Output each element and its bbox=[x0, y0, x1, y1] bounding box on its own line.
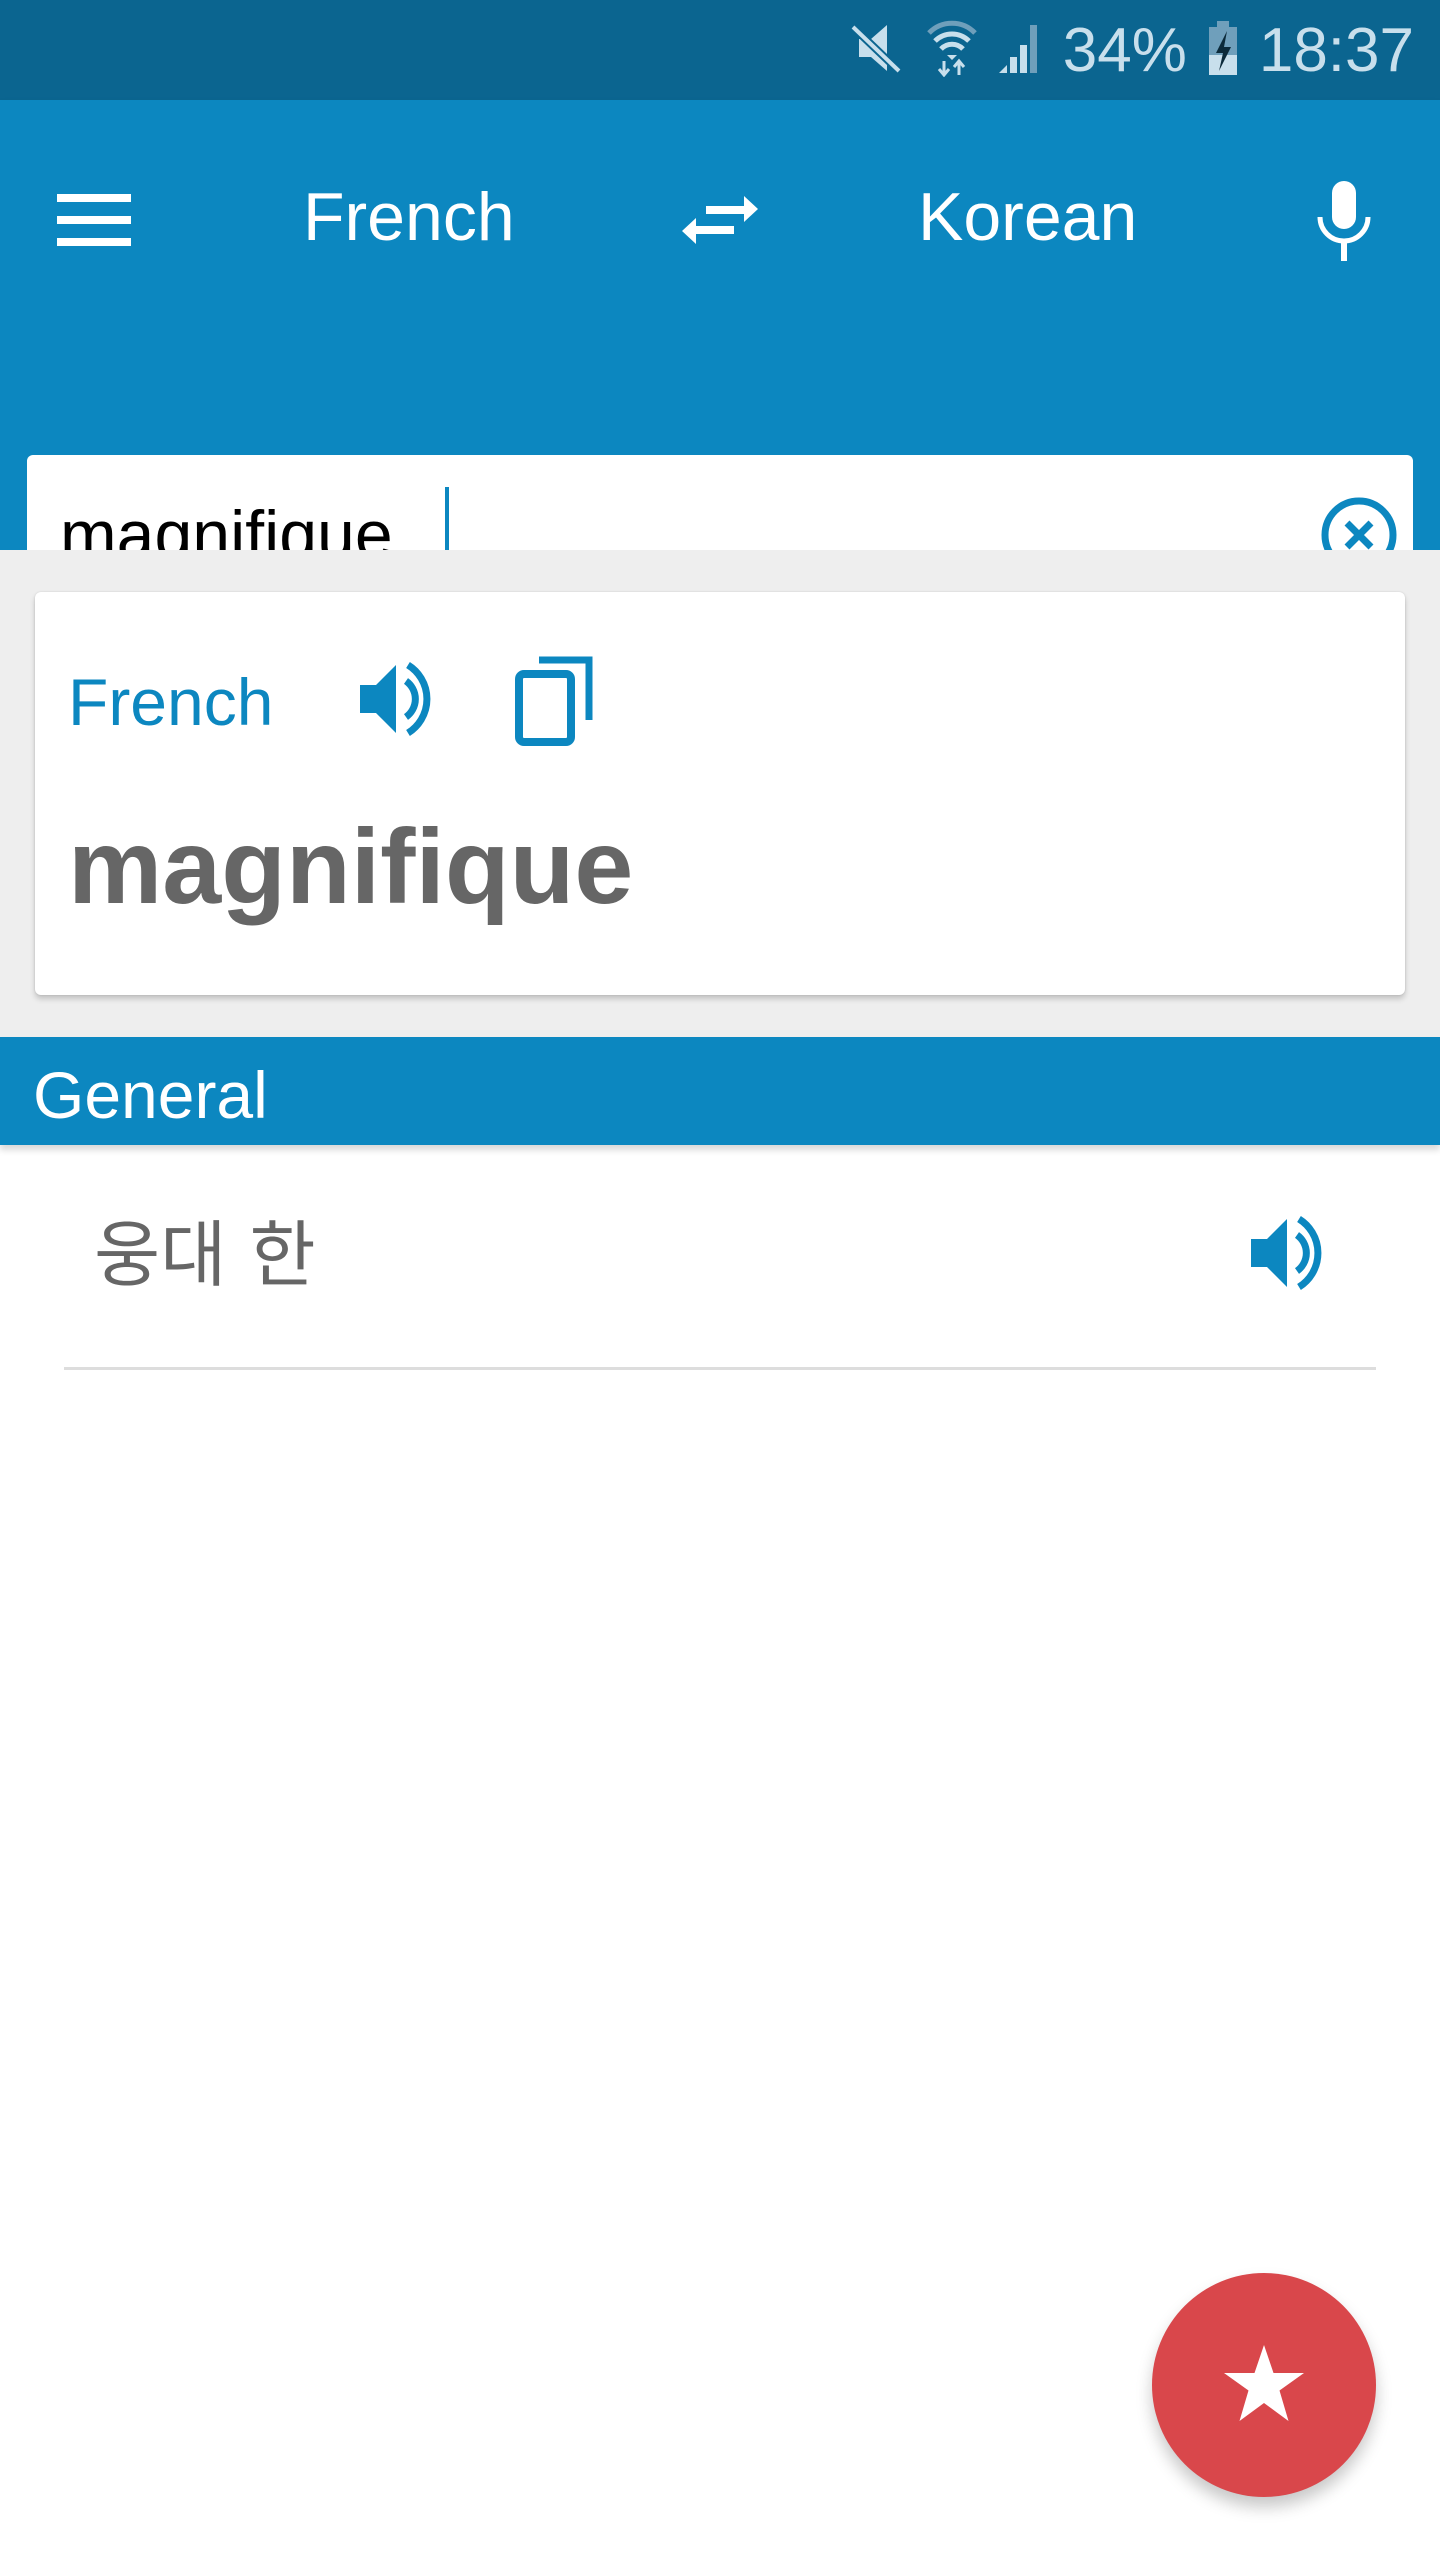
microphone-icon bbox=[1314, 180, 1374, 266]
hamburger-menu-icon bbox=[57, 193, 131, 251]
target-language-selector[interactable]: Korean bbox=[918, 172, 1137, 262]
swap-languages-button[interactable] bbox=[672, 180, 768, 264]
section-title: General bbox=[33, 1058, 268, 1132]
wifi-icon bbox=[926, 19, 977, 82]
swap-arrows-icon bbox=[682, 192, 758, 253]
copy-icon bbox=[515, 654, 595, 751]
translation-row[interactable]: 웅대 한 bbox=[64, 1160, 1376, 1370]
speak-source-button[interactable] bbox=[353, 656, 443, 746]
app-bar: French Korean bbox=[0, 100, 1440, 615]
battery-percent: 34% bbox=[1062, 15, 1187, 85]
signal-icon bbox=[997, 21, 1043, 80]
menu-button[interactable] bbox=[52, 180, 136, 264]
card-language-label: French bbox=[68, 665, 274, 739]
section-header: General bbox=[0, 1037, 1440, 1145]
source-word: magnifique bbox=[68, 808, 634, 926]
speaker-icon bbox=[1249, 1215, 1329, 1296]
translation-text: 웅대 한 bbox=[94, 1213, 316, 1297]
speaker-icon bbox=[358, 661, 438, 742]
voice-input-button[interactable] bbox=[1300, 168, 1388, 278]
battery-charging-icon bbox=[1207, 19, 1239, 82]
mute-icon bbox=[847, 21, 907, 80]
star-icon bbox=[1224, 2344, 1304, 2426]
status-bar: 34% 18:37 bbox=[0, 0, 1440, 100]
status-icons: 34% 18:37 bbox=[847, 0, 1414, 100]
source-language-selector[interactable]: French bbox=[303, 172, 515, 262]
speak-translation-button[interactable] bbox=[1244, 1210, 1334, 1300]
copy-button[interactable] bbox=[505, 652, 605, 752]
clock: 18:37 bbox=[1258, 15, 1414, 85]
favorites-fab[interactable] bbox=[1152, 2273, 1376, 2497]
source-word-card: French magnifique bbox=[35, 592, 1405, 995]
